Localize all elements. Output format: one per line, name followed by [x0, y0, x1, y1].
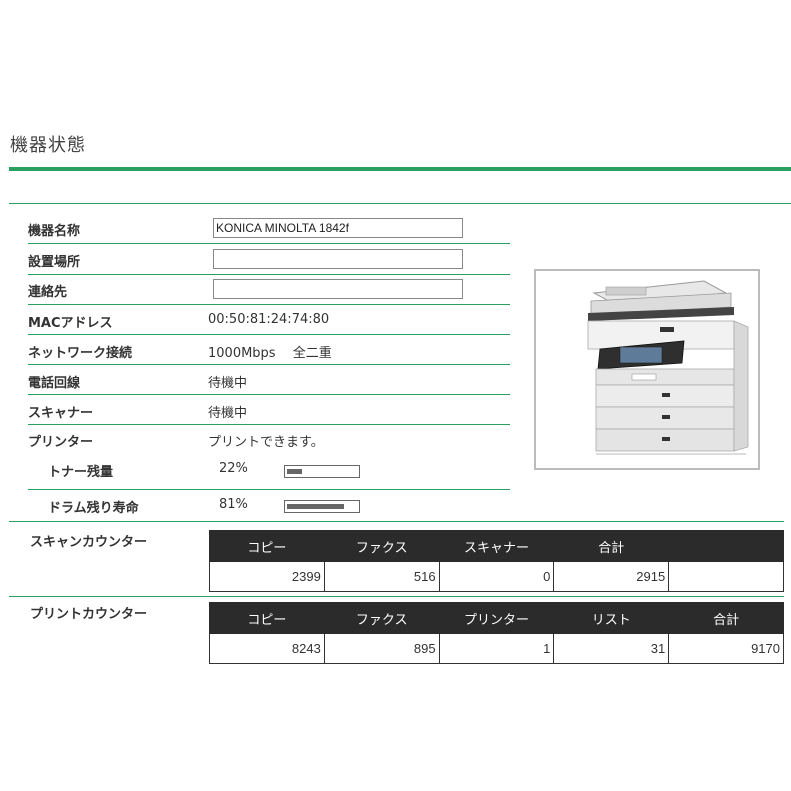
scan-header-empty: [668, 530, 784, 562]
scan-empty-cell: [668, 561, 784, 592]
section-divider: [9, 596, 784, 597]
table-header-row: コピー ファクス プリンター リスト 合計: [209, 602, 784, 634]
row-phone-line: 電話回線 待機中: [28, 365, 510, 395]
toner-level-fill: [287, 469, 302, 474]
print-header-fax: ファクス: [323, 602, 440, 634]
mac-value: 00:50:81:24:74:80: [208, 312, 330, 327]
print-copy-count: 8243: [209, 633, 325, 664]
row-contact: 連絡先: [28, 274, 510, 304]
phone-line-label: 電話回線: [28, 376, 81, 391]
scanner-label: スキャナー: [28, 406, 94, 421]
printer-icon: [587, 280, 749, 455]
network-value: 1000Mbps 全二重: [208, 346, 332, 361]
table-row: 2399 516 0 2915: [209, 561, 784, 592]
contact-label: 連絡先: [28, 285, 68, 300]
row-network: ネットワーク接続 1000Mbps 全二重: [28, 335, 510, 365]
drum-label: ドラム残り寿命: [48, 501, 139, 516]
drum-percent: 81%: [219, 497, 248, 512]
scan-scanner-count: 0: [438, 561, 555, 592]
drum-level-fill: [287, 504, 344, 509]
print-counter-label: プリントカウンター: [30, 607, 148, 622]
drum-level-bar: [284, 500, 360, 513]
row-device-name: 機器名称: [28, 213, 510, 243]
row-divider: [28, 489, 510, 490]
scan-header-copy: コピー: [209, 530, 325, 562]
scan-total-count: 2915: [553, 561, 670, 592]
table-row: 8243 895 1 31 9170: [209, 633, 784, 664]
toner-label: トナー残量: [48, 465, 114, 480]
location-label: 設置場所: [28, 255, 81, 270]
toner-percent: 22%: [219, 461, 248, 476]
print-counter-table: コピー ファクス プリンター リスト 合計 8243 895 1 31 9170: [209, 602, 784, 664]
print-header-total: 合計: [668, 602, 784, 634]
device-name-field[interactable]: [213, 218, 463, 238]
toner-level-bar: [284, 465, 360, 478]
scan-header-fax: ファクス: [323, 530, 440, 562]
table-header-row: コピー ファクス スキャナー 合計: [209, 530, 784, 562]
scanner-value: 待機中: [208, 406, 248, 421]
phone-line-value: 待機中: [208, 376, 248, 391]
print-fax-count: 895: [323, 633, 440, 664]
scan-copy-count: 2399: [209, 561, 325, 592]
printer-label: プリンター: [28, 435, 94, 450]
row-scanner: スキャナー 待機中: [28, 395, 510, 425]
page-title: 機器状態: [10, 135, 86, 156]
print-header-copy: コピー: [209, 602, 325, 634]
row-location: 設置場所: [28, 244, 510, 274]
print-header-list: リスト: [553, 602, 670, 634]
section-divider: [9, 521, 784, 522]
device-name-label: 機器名称: [28, 224, 81, 239]
scan-counter-label: スキャンカウンター: [30, 535, 148, 550]
title-divider: [9, 167, 791, 171]
location-field[interactable]: [213, 249, 463, 269]
mac-label: MACアドレス: [28, 316, 113, 331]
scan-header-scanner: スキャナー: [438, 530, 555, 562]
section-divider: [9, 203, 791, 204]
print-list-count: 31: [553, 633, 670, 664]
scan-fax-count: 516: [323, 561, 440, 592]
row-printer: プリンター プリントできます。: [28, 424, 510, 454]
scan-header-total: 合計: [553, 530, 670, 562]
print-header-printer: プリンター: [438, 602, 555, 634]
scan-counter-table: コピー ファクス スキャナー 合計 2399 516 0 2915: [209, 530, 784, 592]
print-printer-count: 1: [438, 633, 555, 664]
contact-field[interactable]: [213, 279, 463, 299]
print-total-count: 9170: [668, 633, 784, 664]
printer-image: [534, 269, 760, 470]
printer-value: プリントできます。: [208, 435, 324, 450]
network-label: ネットワーク接続: [28, 346, 133, 361]
row-mac: MACアドレス 00:50:81:24:74:80: [28, 305, 510, 335]
